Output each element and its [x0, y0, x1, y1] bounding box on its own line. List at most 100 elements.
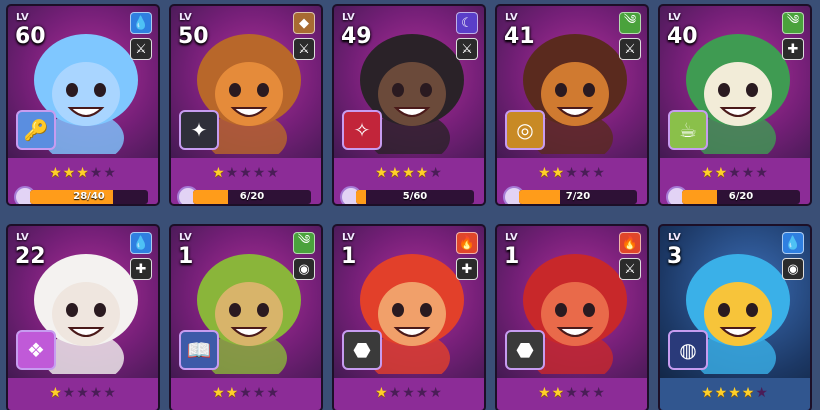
star-filled-icon: ★: [701, 385, 715, 401]
cookie-art: LV 60 💧 ⚔ 🔑: [8, 6, 158, 158]
soulstone-progress-bar: 6/20: [193, 190, 311, 204]
wind-element-icon: ༄: [782, 12, 804, 34]
cookie-info: ★★★★★: [334, 378, 484, 410]
star-empty-icon: ★: [402, 385, 416, 401]
star-empty-icon: ★: [429, 385, 443, 401]
cookie-type-icon: ◉: [782, 258, 804, 280]
cookie-art: LV 1 🔥 ✚ ⬣: [334, 226, 484, 378]
star-empty-icon: ★: [565, 165, 579, 181]
cookie-info: ★★★★★ 5/60: [334, 158, 484, 204]
cookie-card[interactable]: LV 60 💧 ⚔ 🔑 ★★★★★ 28/40: [6, 4, 160, 206]
star-filled-icon: ★: [49, 165, 63, 181]
cookie-art: LV 41 ༄ ⚔ ◎: [497, 6, 647, 158]
wind-element-icon: ༄: [293, 232, 315, 254]
cookie-card[interactable]: LV 50 ◆ ⚔ ✦ ★★★★★ 6/20: [169, 4, 323, 206]
star-filled-icon: ★: [538, 165, 552, 181]
cookie-type-icon: ✚: [456, 258, 478, 280]
star-rating: ★★★★★: [660, 165, 810, 181]
star-empty-icon: ★: [578, 385, 593, 401]
cookie-card[interactable]: LV 41 ༄ ⚔ ◎ ★★★★★ 7/20: [495, 4, 649, 206]
darkness-element-icon: ☾: [456, 12, 478, 34]
star-empty-icon: ★: [741, 165, 756, 181]
star-filled-icon: ★: [62, 165, 77, 181]
star-filled-icon: ★: [225, 385, 240, 401]
star-filled-icon: ★: [375, 165, 389, 181]
water-element-icon: 💧: [130, 232, 152, 254]
star-empty-icon: ★: [266, 165, 280, 181]
soulstone-progress-bar: 6/20: [682, 190, 800, 204]
soulstone-progress-bar: 28/40: [30, 190, 148, 204]
skill-icon[interactable]: ◎: [505, 110, 545, 150]
star-rating: ★★★★★: [171, 165, 321, 181]
skill-icon[interactable]: ⬣: [342, 330, 382, 370]
skill-icon[interactable]: ✦: [179, 110, 219, 150]
star-empty-icon: ★: [415, 385, 430, 401]
level-value: 49: [341, 24, 372, 49]
cookie-card[interactable]: LV 40 ༄ ✚ ☕ ★★★★★ 6/20: [658, 4, 812, 206]
level-label: LV: [668, 12, 681, 23]
skill-icon[interactable]: ✧: [342, 110, 382, 150]
star-empty-icon: ★: [76, 385, 90, 401]
star-filled-icon: ★: [76, 165, 90, 181]
star-empty-icon: ★: [592, 165, 606, 181]
star-filled-icon: ★: [212, 385, 226, 401]
cookie-card[interactable]: LV 1 🔥 ✚ ⬣ ★★★★★: [332, 224, 486, 410]
skill-icon[interactable]: 🔑: [16, 110, 56, 150]
cookie-card[interactable]: LV 49 ☾ ⚔ ✧ ★★★★★ 5/60: [332, 4, 486, 206]
level-label: LV: [342, 232, 355, 243]
water-element-icon: 💧: [130, 12, 152, 34]
cookie-art: LV 50 ◆ ⚔ ✦: [171, 6, 321, 158]
star-filled-icon: ★: [415, 165, 430, 181]
star-filled-icon: ★: [538, 385, 552, 401]
skill-icon[interactable]: ⬣: [505, 330, 545, 370]
cookie-type-icon: ⚔: [456, 38, 478, 60]
star-filled-icon: ★: [375, 385, 389, 401]
star-filled-icon: ★: [551, 385, 566, 401]
progress-text: 28/40: [73, 191, 105, 202]
cookie-info: ★★★★★ 6/20: [171, 158, 321, 204]
level-label: LV: [16, 232, 29, 243]
level-label: LV: [179, 232, 192, 243]
cookie-art: LV 22 💧 ✚ ❖: [8, 226, 158, 378]
cookie-card[interactable]: LV 1 🔥 ⚔ ⬣ ★★★★★: [495, 224, 649, 410]
star-rating: ★★★★★: [334, 385, 484, 401]
cookie-card[interactable]: LV 1 ༄ ◉ 📖 ★★★★★: [169, 224, 323, 410]
star-rating: ★★★★★: [497, 165, 647, 181]
level-label: LV: [179, 12, 192, 23]
progress-text: 5/60: [402, 191, 428, 202]
cookie-card[interactable]: LV 22 💧 ✚ ❖ ★★★★★: [6, 224, 160, 410]
star-filled-icon: ★: [701, 165, 715, 181]
star-filled-icon: ★: [714, 385, 729, 401]
cookie-grid: LV 60 💧 ⚔ 🔑 ★★★★★ 28/40 LV 50 ◆ ⚔ ✦ ★★★★★ 6/20 LV 49 ☾ ⚔ ✧…: [6, 4, 812, 410]
cookie-art: LV 1 🔥 ⚔ ⬣: [497, 226, 647, 378]
wind-element-icon: ༄: [619, 12, 641, 34]
star-empty-icon: ★: [755, 165, 769, 181]
level-value: 41: [504, 24, 535, 49]
star-empty-icon: ★: [578, 165, 593, 181]
skill-icon[interactable]: 📖: [179, 330, 219, 370]
cookie-type-icon: ⚔: [619, 258, 641, 280]
star-empty-icon: ★: [252, 385, 267, 401]
star-empty-icon: ★: [62, 385, 77, 401]
cookie-info: ★★★★★: [8, 378, 158, 410]
cookie-card[interactable]: LV 3 💧 ◉ ◍ ★★★★★: [658, 224, 812, 410]
level-value: 1: [341, 244, 357, 269]
skill-icon[interactable]: ◍: [668, 330, 708, 370]
skill-icon[interactable]: ☕: [668, 110, 708, 150]
cookie-type-icon: ✚: [782, 38, 804, 60]
cookie-art: LV 3 💧 ◉ ◍: [660, 226, 810, 378]
progress-text: 6/20: [239, 191, 265, 202]
level-label: LV: [16, 12, 29, 23]
star-rating: ★★★★★: [171, 385, 321, 401]
level-value: 3: [667, 244, 683, 269]
star-rating: ★★★★★: [8, 385, 158, 401]
cookie-type-icon: ◉: [293, 258, 315, 280]
cookie-art: LV 40 ༄ ✚ ☕: [660, 6, 810, 158]
level-label: LV: [505, 232, 518, 243]
star-empty-icon: ★: [728, 165, 742, 181]
skill-icon[interactable]: ❖: [16, 330, 56, 370]
star-empty-icon: ★: [429, 165, 443, 181]
level-label: LV: [505, 12, 518, 23]
fire-element-icon: 🔥: [619, 232, 641, 254]
level-label: LV: [668, 232, 681, 243]
